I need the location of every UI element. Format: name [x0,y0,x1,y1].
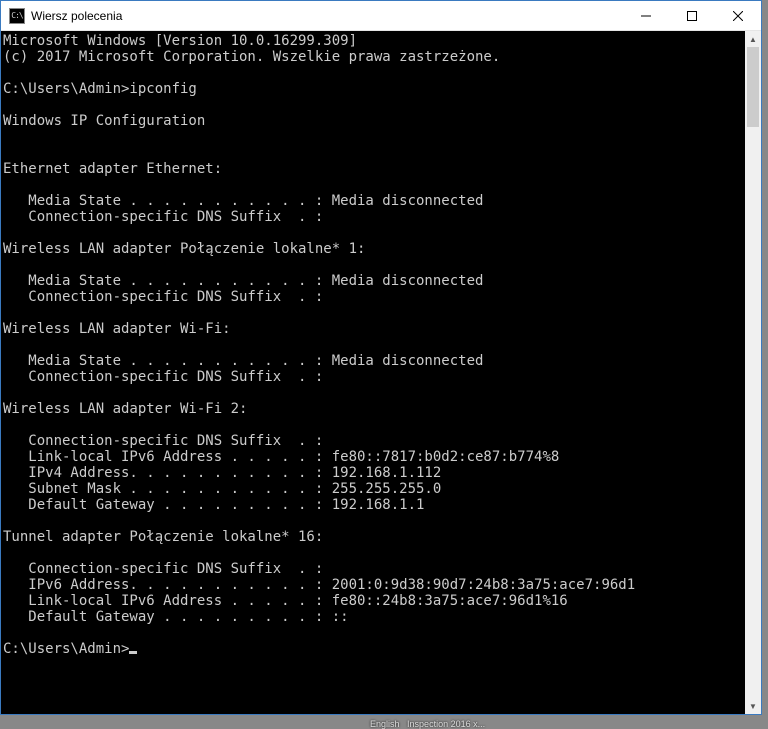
command-prompt-window: C:\ Wiersz polecenia Microsoft Windows [… [0,0,762,715]
taskbar-hint: English Inspection 2016 x... [370,719,485,729]
minimize-button[interactable] [623,1,669,30]
maximize-button[interactable] [669,1,715,30]
scrollbar-thumb[interactable] [747,47,759,127]
titlebar[interactable]: C:\ Wiersz polecenia [1,1,761,31]
scroll-down-icon[interactable]: ▼ [745,698,761,714]
window-title: Wiersz polecenia [31,9,623,23]
scroll-up-icon[interactable]: ▲ [745,31,761,47]
console-body: Microsoft Windows [Version 10.0.16299.30… [1,31,761,714]
console-output[interactable]: Microsoft Windows [Version 10.0.16299.30… [1,31,745,714]
close-button[interactable] [715,1,761,30]
cmd-icon: C:\ [9,8,25,24]
cursor [129,651,137,654]
window-controls [623,1,761,30]
vertical-scrollbar[interactable]: ▲ ▼ [745,31,761,714]
